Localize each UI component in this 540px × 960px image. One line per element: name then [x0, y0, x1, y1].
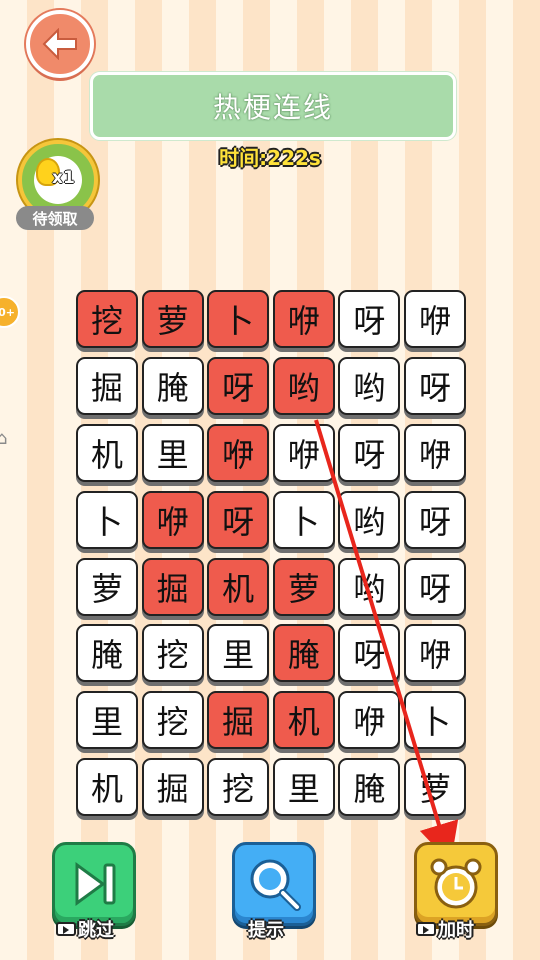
grid-cell[interactable]: 里 [272, 758, 335, 817]
bonus-multiplier: x1 [52, 168, 75, 188]
grid-cell[interactable]: 呀 [338, 423, 401, 482]
level-title: 热梗连线 [90, 72, 456, 140]
grid-cell[interactable]: 卜 [403, 691, 466, 750]
grid-cell[interactable]: 咿 [338, 691, 401, 750]
arrow-left-icon [42, 28, 77, 60]
grid-cell[interactable]: 挖 [141, 691, 204, 750]
grid-cell[interactable]: 呀 [403, 557, 466, 616]
home-icon[interactable]: ⌂ [0, 428, 16, 449]
grid-cell[interactable]: 腌 [141, 356, 204, 415]
word-grid: 挖萝卜咿呀咿掘腌呀哟哟呀机里咿咿呀咿卜咿呀卜哟呀萝掘机萝哟呀腌挖里腌呀咿里挖掘机… [76, 290, 466, 818]
video-ad-icon [416, 922, 436, 936]
grid-cell[interactable]: 挖 [141, 624, 204, 683]
grid-cell[interactable]: 掘 [141, 557, 204, 616]
grid-cell[interactable]: 挖 [207, 758, 270, 817]
grid-cell[interactable]: 卜 [76, 490, 138, 549]
grid-cell[interactable]: 哟 [338, 557, 401, 616]
grid-cell[interactable]: 卜 [272, 490, 335, 549]
grid-cell[interactable]: 咿 [403, 423, 466, 482]
grid-cell[interactable]: 咿 [272, 423, 335, 482]
grid-cell[interactable]: 呀 [403, 356, 466, 415]
grid-cell[interactable]: 呀 [338, 624, 401, 683]
skip-icon [75, 862, 116, 906]
grid-cell[interactable]: 腌 [272, 624, 335, 683]
hint-button[interactable] [232, 842, 316, 926]
grid-cell[interactable]: 萝 [76, 557, 138, 616]
skip-label: 跳过 [56, 916, 114, 942]
alarm-clock-icon [430, 858, 482, 909]
grid-cell[interactable]: 咿 [403, 624, 466, 683]
add-time-button[interactable] [414, 842, 498, 926]
grid-cell[interactable]: 掘 [76, 356, 138, 415]
grid-cell[interactable]: 里 [207, 624, 270, 683]
hint-bonus[interactable]: x1 待领取 [12, 138, 102, 238]
grid-cell[interactable]: 掘 [141, 758, 204, 817]
grid-cell[interactable]: 机 [76, 423, 138, 482]
skip-button[interactable] [52, 842, 136, 926]
grid-cell[interactable]: 里 [76, 691, 138, 750]
back-button[interactable] [26, 10, 94, 78]
grid-cell[interactable]: 萝 [403, 758, 466, 817]
grid-cell[interactable]: 呀 [403, 490, 466, 549]
grid-cell[interactable]: 掘 [207, 691, 270, 750]
grid-cell[interactable]: 腌 [76, 624, 138, 683]
grid-cell[interactable]: 咿 [207, 423, 270, 482]
grid-cell[interactable]: 萝 [141, 290, 204, 348]
grid-cell[interactable]: 机 [207, 557, 270, 616]
grid-cell[interactable]: 咿 [272, 290, 335, 348]
grid-cell[interactable]: 机 [76, 758, 138, 817]
grid-cell[interactable]: 机 [272, 691, 335, 750]
grid-cell[interactable]: 呀 [207, 356, 270, 415]
grid-cell[interactable]: 卜 [207, 290, 270, 348]
grid-cell[interactable]: 哟 [338, 490, 401, 549]
grid-cell[interactable]: 萝 [272, 557, 335, 616]
hint-label: 提示 [248, 920, 284, 941]
grid-cell[interactable]: 哟 [338, 356, 401, 415]
grid-cell[interactable]: 咿 [403, 290, 466, 348]
magnifier-icon [250, 859, 301, 911]
grid-cell[interactable]: 呀 [338, 290, 401, 348]
grid-cell[interactable]: 腌 [338, 758, 401, 817]
grid-cell[interactable]: 哟 [272, 356, 335, 415]
grid-cell[interactable]: 咿 [141, 490, 204, 549]
grid-cell[interactable]: 里 [141, 423, 204, 482]
grid-cell[interactable]: 呀 [207, 490, 270, 549]
bonus-claim-tag: 待领取 [16, 206, 94, 230]
grid-cell[interactable]: 挖 [76, 290, 138, 348]
video-ad-icon [56, 922, 76, 936]
add-time-label: 加时 [416, 916, 474, 942]
side-reward-badge[interactable]: 0+ [0, 296, 20, 328]
level-title-text: 热梗连线 [212, 91, 333, 124]
